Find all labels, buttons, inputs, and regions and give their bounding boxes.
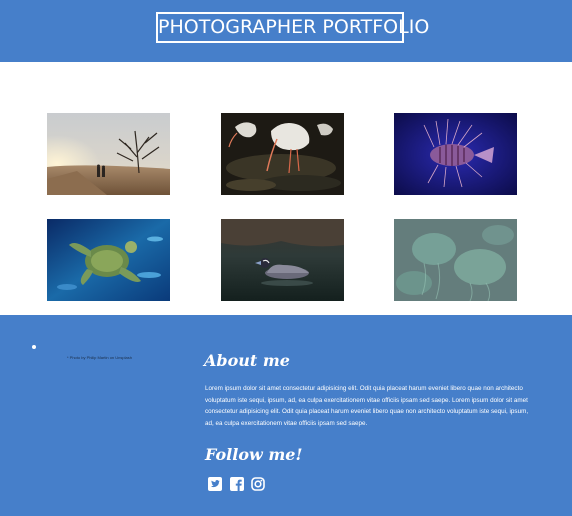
duck-image	[221, 219, 344, 301]
ibis-image	[221, 113, 344, 195]
gallery-photo-ibis[interactable]	[221, 113, 344, 195]
lionfish-image	[394, 113, 517, 195]
gallery-photo-sea-turtle[interactable]	[47, 219, 170, 301]
gallery-photo-jellyfish[interactable]	[394, 219, 517, 301]
gallery-photo-duck[interactable]	[221, 219, 344, 301]
gallery-photo-lionfish[interactable]	[394, 113, 517, 195]
site-header: PHOTOGRAPHER PORTFOLIO	[0, 0, 572, 62]
twitter-link[interactable]	[208, 477, 222, 491]
twitter-icon	[208, 477, 222, 491]
gallery-photo-sunset-walk[interactable]	[47, 113, 170, 195]
about-heading: About me	[204, 351, 290, 370]
follow-heading: Follow me!	[205, 445, 303, 464]
facebook-link[interactable]	[230, 477, 244, 491]
site-logo[interactable]: PHOTOGRAPHER PORTFOLIO	[156, 12, 429, 43]
list-bullet	[32, 345, 36, 349]
instagram-link[interactable]	[251, 477, 265, 491]
sea-turtle-image	[47, 219, 170, 301]
site-footer: * Photo by Philip Martin on Unsplash Abo…	[0, 315, 572, 516]
photo-credit: * Photo by Philip Martin on Unsplash	[67, 355, 132, 360]
facebook-icon	[230, 477, 244, 491]
about-text: Lorem ipsum dolor sit amet consectetur a…	[205, 385, 529, 428]
instagram-icon	[251, 477, 265, 491]
sunset-walk-image	[47, 113, 170, 195]
photo-gallery	[0, 62, 572, 315]
jellyfish-image	[394, 219, 517, 301]
